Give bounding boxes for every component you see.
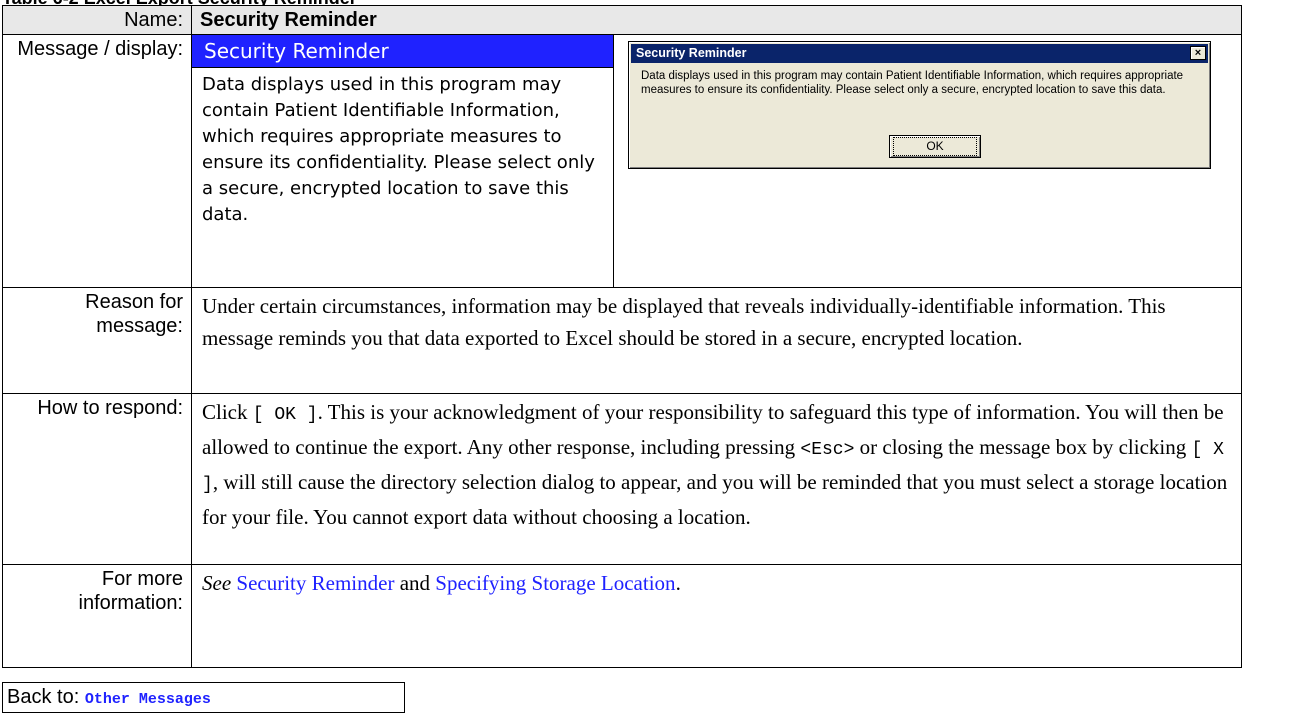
back-row: Back to: Other Messages bbox=[2, 682, 405, 713]
ok-code: [ OK ] bbox=[252, 405, 318, 425]
message-label: Message / display: bbox=[2, 34, 192, 288]
message-body: Data displays used in this program may c… bbox=[202, 74, 595, 225]
back-label: Back to: bbox=[7, 686, 80, 708]
dialog-screenshot-cell: Security Reminder × Data displays used i… bbox=[613, 34, 1242, 288]
close-icon[interactable]: × bbox=[1190, 46, 1206, 60]
more-info-row: For more information: See Security Remin… bbox=[2, 564, 1242, 668]
respond-click: Click bbox=[202, 400, 248, 424]
storage-location-link[interactable]: Specifying Storage Location bbox=[435, 571, 675, 595]
security-reminder-dialog: Security Reminder × Data displays used i… bbox=[628, 41, 1211, 169]
message-heading: Security Reminder bbox=[192, 35, 613, 68]
esc-code: <Esc> bbox=[800, 440, 855, 460]
more-info-label: For more information: bbox=[2, 564, 192, 668]
reason-label: Reason for message: bbox=[2, 287, 192, 394]
reason-text: Under certain circumstances, information… bbox=[191, 287, 1242, 394]
respond-row: How to respond: Click [ OK ]. This is yo… bbox=[2, 393, 1242, 565]
message-table: Name: Security Reminder Message / displa… bbox=[2, 5, 1242, 668]
respond-text-3: , will still cause the directory selecti… bbox=[202, 470, 1228, 529]
see-word: See bbox=[202, 571, 232, 595]
dialog-message: Data displays used in this program may c… bbox=[641, 70, 1184, 96]
back-cell: Back to: Other Messages bbox=[2, 682, 405, 713]
more-info-text: See Security Reminder and Specifying Sto… bbox=[191, 564, 1242, 668]
name-value: Security Reminder bbox=[191, 5, 1242, 35]
and-word: and bbox=[394, 571, 436, 595]
name-row: Name: Security Reminder bbox=[2, 5, 1242, 35]
message-text-cell: Security Reminder Data displays used in … bbox=[191, 34, 614, 288]
ok-button-label: OK bbox=[893, 137, 977, 156]
dialog-title: Security Reminder bbox=[636, 46, 747, 60]
dialog-title-bar: Security Reminder × bbox=[631, 44, 1208, 63]
message-row: Message / display: Security Reminder Dat… bbox=[2, 34, 1242, 288]
respond-label: How to respond: bbox=[2, 393, 192, 565]
security-reminder-link[interactable]: Security Reminder bbox=[236, 571, 394, 595]
ok-button[interactable]: OK bbox=[889, 135, 981, 158]
reason-row: Reason for message: Under certain circum… bbox=[2, 287, 1242, 394]
other-messages-link[interactable]: Other Messages bbox=[85, 691, 211, 708]
back-table: Back to: Other Messages bbox=[2, 682, 405, 713]
period: . bbox=[675, 571, 681, 595]
respond-text: Click [ OK ]. This is your acknowledgmen… bbox=[191, 393, 1242, 565]
name-label: Name: bbox=[2, 5, 192, 35]
respond-text-2: or closing the message box by clicking bbox=[854, 435, 1187, 459]
